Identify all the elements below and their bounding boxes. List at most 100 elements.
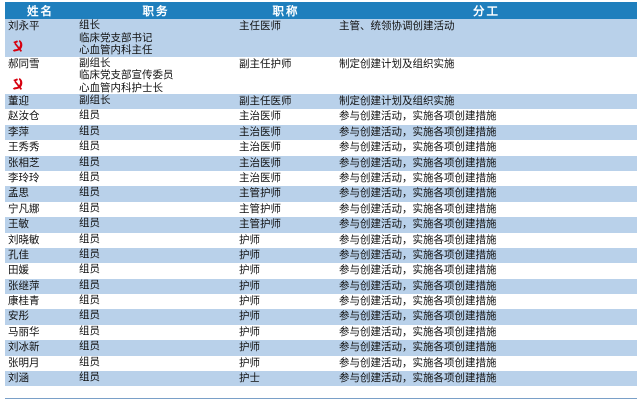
table-row: 王秀秀 组员 主治医师 参与创建活动，实施各项创建措施 — [5, 140, 637, 156]
cell-division: 参与创建活动，实施各项创建措施 — [336, 109, 637, 125]
cell-title: 护师 — [236, 340, 336, 356]
cell-name: 李萍 — [5, 124, 76, 141]
cell-division: 制定创建计划及组织实施 — [336, 94, 637, 110]
member-name: 安彤 — [8, 310, 29, 323]
post-line: 组员 — [79, 355, 100, 368]
cell-title: 主治医师 — [236, 155, 336, 171]
member-name: 孔佳 — [8, 248, 29, 261]
cell-post: 组员 — [76, 355, 236, 372]
cell-name: 郝同雪 — [5, 56, 76, 94]
cell-post: 副组长 — [76, 94, 236, 110]
post-line: 组长 — [79, 19, 100, 31]
member-table: 姓名 职务 职称 分工 刘永平 组长 临床党支部书记 心血管内科主任 主任医师 主管、统… — [5, 2, 637, 387]
cell-post: 组员 — [76, 201, 236, 218]
cell-name: 刘晓敏 — [5, 232, 76, 248]
member-name: 张相芝 — [8, 156, 40, 169]
hammer-sickle-icon — [10, 38, 26, 54]
cell-post: 组员 — [76, 263, 236, 279]
cell-title: 主治医师 — [236, 124, 336, 141]
cell-division: 参与创建活动，实施各项创建措施 — [336, 217, 637, 233]
post-line: 组员 — [79, 170, 100, 183]
post-line: 组员 — [79, 247, 100, 260]
table-row: 刘涵 组员 护士 参与创建活动，实施各项创建措施 — [5, 371, 637, 387]
cell-post: 组员 — [76, 140, 236, 156]
hammer-sickle-icon — [10, 76, 26, 92]
table-row: 赵汝仓 组员 主治医师 参与创建活动，实施各项创建措施 — [5, 109, 637, 125]
cell-post: 组员 — [76, 340, 236, 356]
member-name: 宁凡娜 — [8, 202, 40, 215]
cell-division: 参与创建活动，实施各项创建措施 — [336, 201, 637, 218]
cell-title: 主治医师 — [236, 109, 336, 125]
cell-post: 副组长 临床党支部宣传委员 心血管内科护士长 — [76, 56, 236, 94]
cell-name: 张相芝 — [5, 155, 76, 171]
cell-name: 安彤 — [5, 309, 76, 325]
member-table-wrapper: 姓名 职务 职称 分工 刘永平 组长 临床党支部书记 心血管内科主任 主任医师 主管、统… — [5, 2, 637, 387]
cell-post: 组员 — [76, 155, 236, 171]
cell-title: 护师 — [236, 309, 336, 325]
cell-title: 副主任医师 — [236, 94, 336, 110]
member-name: 刘冰新 — [8, 341, 40, 354]
cell-division: 参与创建活动，实施各项创建措施 — [336, 340, 637, 356]
post-line: 组员 — [79, 263, 100, 276]
cell-title: 护师 — [236, 355, 336, 372]
table-row: 马丽华 组员 护师 参与创建活动，实施各项创建措施 — [5, 324, 637, 341]
cell-post: 组员 — [76, 371, 236, 387]
table-row: 刘永平 组长 临床党支部书记 心血管内科主任 主任医师 主管、统领协调创建活动 — [5, 19, 637, 57]
header-name: 姓名 — [5, 2, 76, 19]
cell-title: 护师 — [236, 247, 336, 264]
table-row: 安彤 组员 护师 参与创建活动，实施各项创建措施 — [5, 309, 637, 325]
table-header-row: 姓名 职务 职称 分工 — [5, 2, 637, 19]
cell-division: 主管、统领协调创建活动 — [336, 19, 637, 57]
member-name: 王秀秀 — [8, 141, 40, 154]
post-line: 组员 — [79, 294, 100, 307]
post-line: 组员 — [79, 340, 100, 353]
member-name: 张继萍 — [8, 279, 40, 292]
member-name: 董迎 — [8, 95, 29, 107]
cell-title: 护师 — [236, 294, 336, 310]
post-line: 组员 — [79, 278, 100, 291]
post-line: 组员 — [79, 232, 100, 245]
cell-post: 组长 临床党支部书记 心血管内科主任 — [76, 19, 236, 57]
header-post: 职务 — [76, 2, 236, 19]
cell-division: 参与创建活动，实施各项创建措施 — [336, 371, 637, 387]
post-line: 副组长 — [79, 94, 111, 106]
cell-name: 董迎 — [5, 94, 76, 110]
cell-title: 护师 — [236, 278, 336, 295]
cell-division: 参与创建活动，实施各项创建措施 — [336, 355, 637, 372]
cell-title: 护士 — [236, 371, 336, 387]
post-line: 临床党支部宣传委员 — [79, 69, 174, 81]
cell-name: 马丽华 — [5, 324, 76, 341]
cell-post: 组员 — [76, 278, 236, 295]
cell-title: 主管护师 — [236, 186, 336, 202]
cell-name: 王秀秀 — [5, 140, 76, 156]
header-division: 分工 — [336, 2, 637, 19]
post-line: 组员 — [79, 217, 100, 230]
cell-post: 组员 — [76, 232, 236, 248]
cell-title: 主治医师 — [236, 170, 336, 187]
cell-name: 刘冰新 — [5, 340, 76, 356]
cell-title: 主管护师 — [236, 217, 336, 233]
cell-division: 参与创建活动，实施各项创建措施 — [336, 186, 637, 202]
cell-division: 参与创建活动，实施各项创建措施 — [336, 294, 637, 310]
cell-name: 康桂青 — [5, 294, 76, 310]
member-name: 赵汝仓 — [8, 110, 40, 123]
cell-division: 参与创建活动，实施各项创建措施 — [336, 140, 637, 156]
cell-post: 组员 — [76, 124, 236, 141]
member-name: 刘涵 — [8, 372, 29, 385]
cell-division: 参与创建活动，实施各项创建措施 — [336, 263, 637, 279]
cell-post: 组员 — [76, 247, 236, 264]
table-row: 康桂青 组员 护师 参与创建活动，实施各项创建措施 — [5, 294, 637, 310]
post-line: 临床党支部书记 — [79, 31, 153, 44]
post-line: 副组长 — [79, 56, 111, 69]
cell-name: 孟思 — [5, 186, 76, 202]
table-row: 田媛 组员 护师 参与创建活动，实施各项创建措施 — [5, 263, 637, 279]
member-name: 刘永平 — [8, 20, 40, 32]
table-row: 郝同雪 副组长 临床党支部宣传委员 心血管内科护士长 副主任护师 制定创建计划及组织实施 — [5, 56, 637, 94]
table-row: 宁凡娜 组员 主管护师 参与创建活动，实施各项创建措施 — [5, 201, 637, 218]
post-line: 组员 — [79, 309, 100, 322]
table-row: 孔佳 组员 护师 参与创建活动，实施各项创建措施 — [5, 247, 637, 264]
member-name: 张明月 — [8, 356, 40, 369]
cell-name: 李玲玲 — [5, 170, 76, 187]
cell-division: 参与创建活动，实施各项创建措施 — [336, 232, 637, 248]
cell-division: 参与创建活动，实施各项创建措施 — [336, 170, 637, 187]
